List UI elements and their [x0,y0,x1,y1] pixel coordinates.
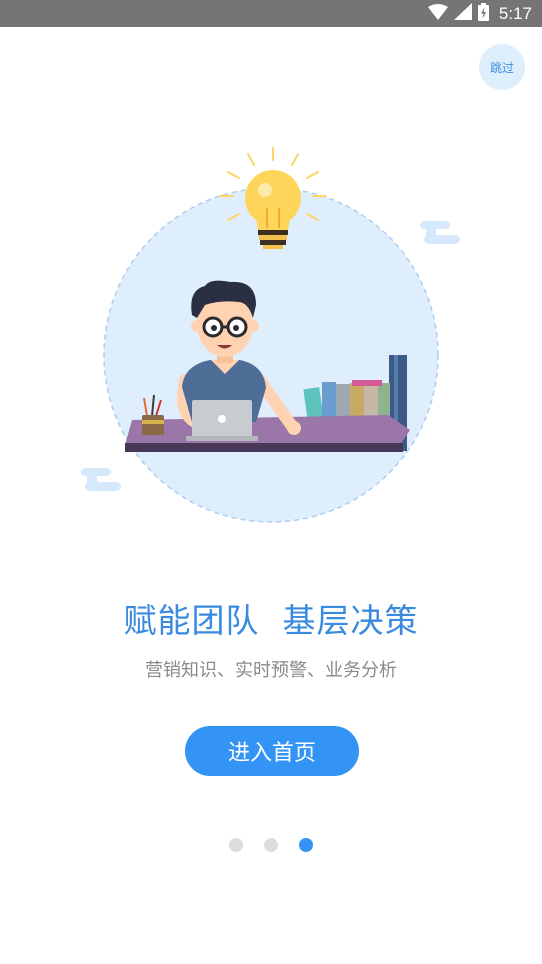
desk-icon [125,415,410,452]
decor-cloud-icon [81,468,121,491]
laptop-icon [186,400,258,441]
page-title: 赋能团队 基层决策 [123,601,419,640]
status-bar: 5:17 [0,0,542,27]
onboarding-illustration [70,140,480,535]
enter-home-button[interactable]: 进入首页 [185,726,359,776]
status-icons: 5:17 [427,0,532,27]
cell-signal-icon [453,3,472,24]
page-dot[interactable] [229,838,243,852]
status-time: 5:17 [498,3,532,23]
page-indicator [0,838,542,852]
wifi-icon [427,3,448,24]
decor-cloud-icon [420,221,460,244]
pencil-cup-icon [142,394,164,435]
battery-charging-icon [477,2,489,25]
skip-button[interactable]: 跳过 [479,44,525,90]
page-dot[interactable] [264,838,278,852]
page-subtitle: 营销知识、实时预警、业务分析 [145,660,397,681]
page-dot[interactable] [299,838,313,852]
